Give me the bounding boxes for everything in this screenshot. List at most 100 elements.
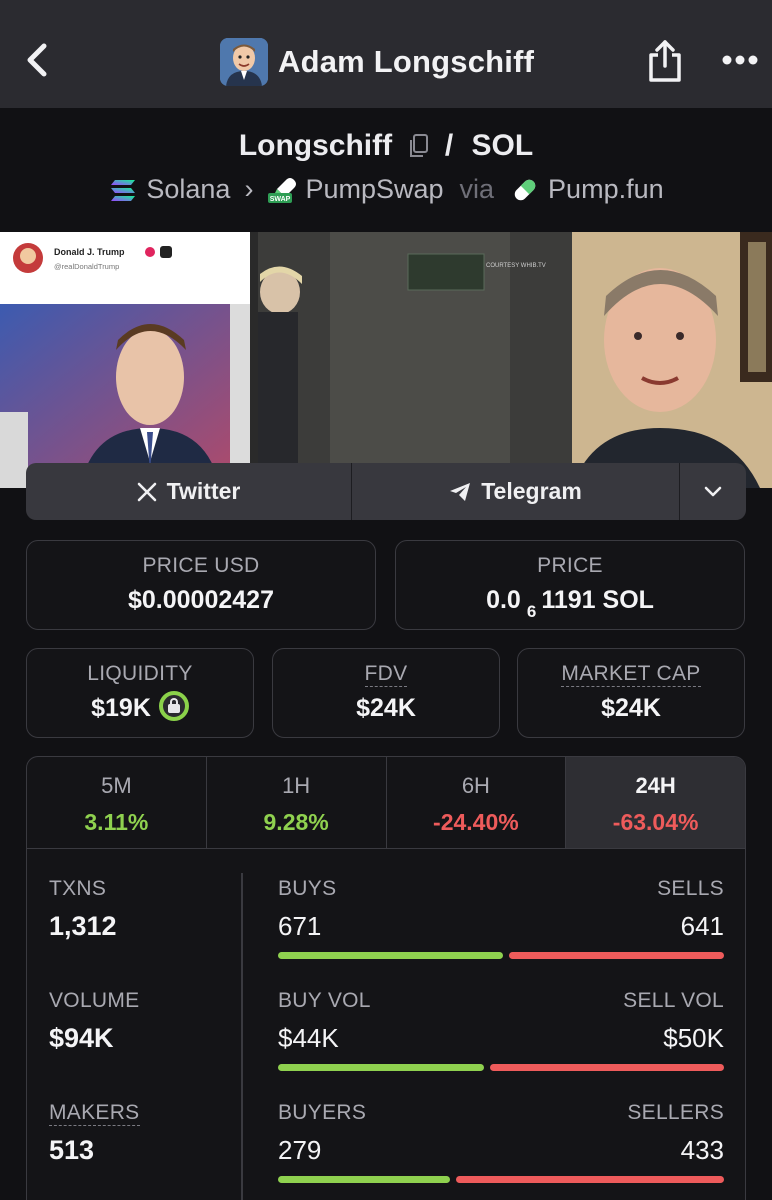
- tab-1h[interactable]: 1H 9.28%: [207, 757, 387, 848]
- price-usd-card: PRICE USD $0.00002427: [26, 540, 376, 630]
- breadcrumb-chevron-icon: ›: [244, 174, 254, 204]
- tab-24h[interactable]: 24H -63.04%: [566, 757, 745, 848]
- nav-title: Adam Longschiff: [278, 44, 535, 79]
- txns-label: TXNS: [49, 877, 107, 900]
- social-links-bar: Twitter Telegram: [26, 463, 746, 520]
- buys-sells-bar: [278, 952, 724, 959]
- price-native-zero-count: 6: [526, 602, 537, 621]
- more-icon[interactable]: [720, 53, 760, 67]
- speaker-photo-panel: [572, 232, 772, 488]
- copy-icon[interactable]: [408, 133, 430, 159]
- buys-bar-segment: [278, 952, 503, 959]
- buy-sell-volume-row: BUY VOL SELL VOL $44K $50K: [278, 989, 724, 1071]
- chain-breadcrumb: Solana › SWAP PumpSwap via Pump.fun: [0, 174, 772, 205]
- twitter-label: Twitter: [166, 478, 241, 504]
- video-still-panel: COURTESY WHIB.TV: [250, 232, 572, 488]
- price-native-card: PRICE 0.0 6 1191 SOL: [395, 540, 745, 630]
- market-cap-label[interactable]: MARKET CAP: [561, 662, 701, 687]
- tweet-author-handle: @realDonaldTrump: [54, 262, 119, 271]
- tab-5m-change: 3.11%: [84, 809, 149, 835]
- lock-icon[interactable]: [158, 691, 189, 722]
- volume-stat: VOLUME $94K: [49, 989, 140, 1054]
- sellers-label: SELLERS: [627, 1101, 724, 1124]
- tab-5m[interactable]: 5M 3.11%: [27, 757, 207, 848]
- buy-vol-bar-segment: [278, 1064, 484, 1071]
- trade-stats: TXNS 1,312 VOLUME $94K MAKERS 513 BUYS S…: [27, 849, 745, 1200]
- sells-bar-segment: [509, 952, 724, 959]
- telegram-label: Telegram: [481, 478, 582, 504]
- sellers-bar-segment: [456, 1176, 724, 1183]
- telegram-button[interactable]: Telegram: [352, 463, 680, 520]
- price-native-digits: 1191: [541, 586, 596, 614]
- volume-label: VOLUME: [49, 989, 140, 1012]
- tab-6h-label: 6H: [461, 773, 490, 798]
- share-icon[interactable]: [646, 38, 684, 84]
- stats-divider: [241, 873, 243, 1200]
- tweet-author-name: Donald J. Trump: [54, 247, 125, 257]
- sell-vol-label: SELL VOL: [623, 989, 724, 1012]
- buys-sells-row: BUYS SELLS 671 641: [278, 877, 724, 959]
- timeframe-tabs: 5M 3.11% 1H 9.28% 6H -24.40% 24H -63.04%: [27, 757, 745, 849]
- video-watermark: COURTESY WHIB.TV: [486, 263, 546, 269]
- buyers-bar-segment: [278, 1176, 450, 1183]
- quote-token-symbol: SOL: [471, 129, 534, 163]
- market-cap-card: MARKET CAP $24K: [517, 648, 745, 738]
- tab-1h-change: 9.28%: [263, 809, 329, 835]
- sell-vol-value: $50K: [663, 1023, 724, 1053]
- buys-value: 671: [278, 911, 322, 941]
- solana-icon: [111, 179, 136, 201]
- liquidity-card: LIQUIDITY $19K: [26, 648, 254, 738]
- more-links-dropdown[interactable]: [680, 463, 746, 520]
- buy-sell-volume-bar: [278, 1064, 724, 1071]
- price-usd-label: PRICE USD: [142, 554, 260, 577]
- x-logo-icon: [137, 482, 156, 501]
- back-chevron-icon[interactable]: [22, 40, 56, 80]
- makers-value: 513: [49, 1135, 95, 1165]
- chain-name[interactable]: Solana: [146, 174, 230, 205]
- price-native-unit: SOL: [602, 586, 654, 614]
- fdv-label[interactable]: FDV: [364, 662, 408, 687]
- price-native-prefix: 0.0: [486, 586, 521, 614]
- nav-title-group: Adam Longschiff: [220, 38, 534, 86]
- top-nav-bar: Adam Longschiff: [0, 0, 772, 108]
- pair-slash: /: [444, 129, 454, 163]
- tab-24h-change: -63.04%: [612, 809, 699, 835]
- buyers-sellers-bar: [278, 1176, 724, 1183]
- liquidity-value-row: $19K: [27, 691, 253, 724]
- tweet-screenshot-panel: Donald J. Trump @realDonaldTrump: [0, 232, 250, 488]
- sell-vol-bar-segment: [490, 1064, 724, 1071]
- launchpad-name[interactable]: Pump.fun: [548, 174, 664, 205]
- market-cap-value: $24K: [601, 694, 661, 722]
- pair-header: Longschiff / SOL Solana › SWAP PumpSwap …: [0, 108, 772, 232]
- liquidity-value: $19K: [91, 694, 151, 722]
- buys-label: BUYS: [278, 877, 337, 900]
- makers-stat: MAKERS 513: [49, 1101, 140, 1166]
- pumpswap-icon: SWAP: [268, 177, 297, 203]
- buy-vol-label: BUY VOL: [278, 989, 371, 1012]
- makers-label[interactable]: MAKERS: [49, 1101, 140, 1126]
- buyers-sellers-row: BUYERS SELLERS 279 433: [278, 1101, 724, 1183]
- buy-vol-value: $44K: [278, 1023, 339, 1053]
- via-label: via: [459, 174, 495, 204]
- svg-text:SWAP: SWAP: [270, 196, 291, 203]
- base-token-symbol: Longschiff: [238, 129, 393, 163]
- fdv-value: $24K: [356, 694, 416, 722]
- dex-name[interactable]: PumpSwap: [305, 174, 443, 205]
- pair-title: Longschiff / SOL: [0, 128, 772, 163]
- tab-24h-label: 24H: [635, 773, 676, 798]
- timeframe-stats-panel: 5M 3.11% 1H 9.28% 6H -24.40% 24H -63.04%…: [26, 756, 746, 1200]
- sellers-value: 433: [680, 1135, 724, 1165]
- price-usd-value: $0.00002427: [128, 586, 274, 614]
- sells-label: SELLS: [657, 877, 724, 900]
- liquidity-label: LIQUIDITY: [87, 662, 193, 685]
- twitter-button[interactable]: Twitter: [26, 463, 352, 520]
- buyers-label: BUYERS: [278, 1101, 367, 1124]
- token-avatar: [220, 38, 268, 86]
- tab-6h[interactable]: 6H -24.40%: [387, 757, 567, 848]
- txns-stat: TXNS 1,312: [49, 877, 117, 942]
- telegram-icon: [450, 482, 471, 501]
- price-native-label: PRICE: [537, 554, 603, 577]
- pill-icon: [514, 179, 536, 200]
- token-banner-image: Donald J. Trump @realDonaldTrump COURTES…: [0, 232, 772, 488]
- tab-1h-label: 1H: [282, 773, 311, 798]
